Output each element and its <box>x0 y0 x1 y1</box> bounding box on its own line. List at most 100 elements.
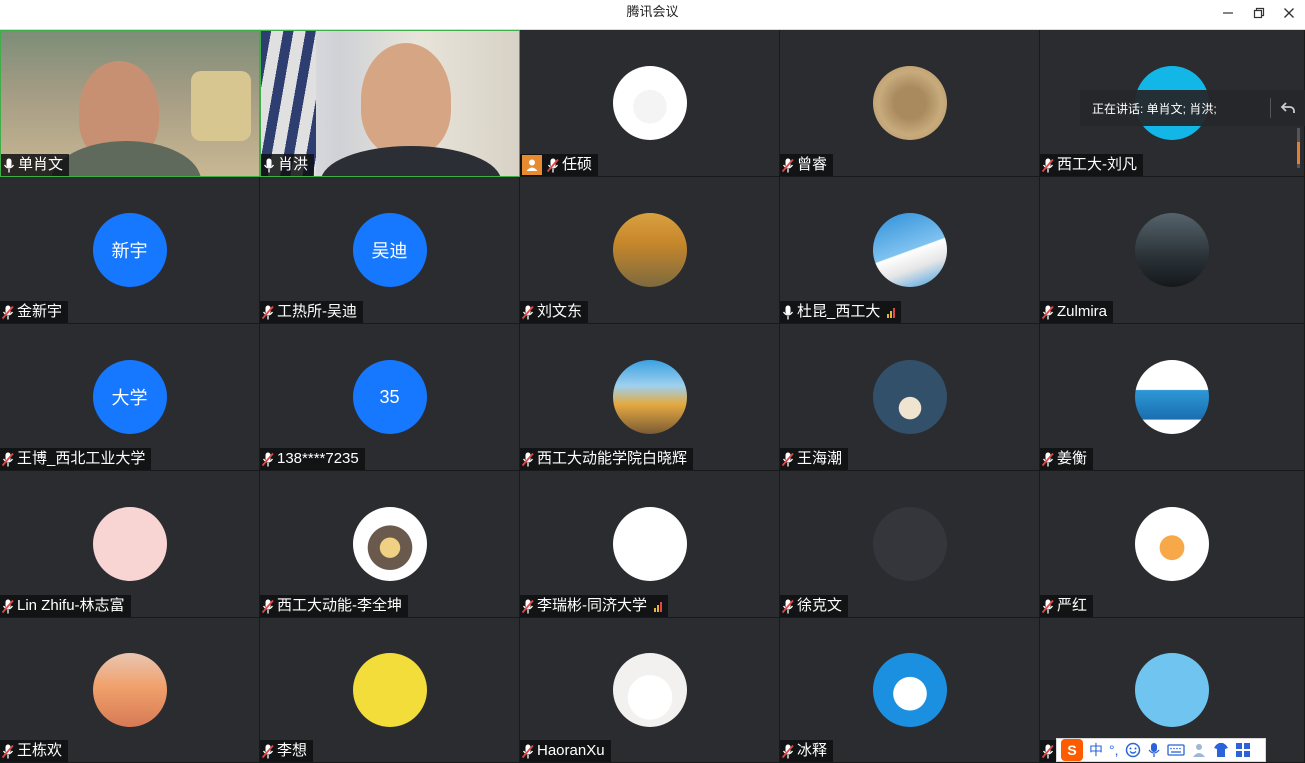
restore-button[interactable] <box>1243 0 1275 26</box>
mic-muted-icon <box>522 744 534 758</box>
participant-name: 王海潮 <box>797 450 843 467</box>
grid-scrollbar[interactable] <box>1297 128 1300 168</box>
participant-tile[interactable]: 严红 <box>1040 471 1305 618</box>
minimize-icon <box>1223 12 1233 14</box>
participant-name: 任硕 <box>562 156 593 173</box>
ime-logo[interactable]: S <box>1061 739 1083 761</box>
participant-name: 西工大动能-李全坤 <box>277 597 402 614</box>
mic-on-icon <box>263 158 275 172</box>
emoji-icon[interactable] <box>1125 742 1141 758</box>
lamp <box>191 71 251 141</box>
participant-tile[interactable]: 单肖文 <box>0 30 260 177</box>
scrollbar-thumb[interactable] <box>1297 142 1300 164</box>
participant-tile[interactable]: HaoranXu <box>520 618 780 763</box>
participant-tile[interactable]: Lin Zhifu-林志富 <box>0 471 260 618</box>
mic-muted-icon <box>2 744 14 758</box>
participant-tile[interactable]: 王海潮 <box>780 324 1040 471</box>
participant-namebar: 工热所-吴迪 <box>260 301 363 323</box>
skin-icon[interactable] <box>1213 742 1229 758</box>
participant-tile[interactable]: 35 138****7235 <box>260 324 520 471</box>
participant-name: 杜昆_西工大 <box>797 303 881 320</box>
participant-avatar <box>872 213 947 287</box>
participant-avatar <box>1135 360 1209 434</box>
collapse-arrow-icon[interactable] <box>1279 99 1297 117</box>
participant-namebar: 王博_西北工业大学 <box>0 448 152 470</box>
participant-namebar: 138****7235 <box>260 448 365 470</box>
mic-muted-icon <box>782 452 794 466</box>
participant-tile[interactable]: Zulmira <box>1040 177 1305 324</box>
participant-tile[interactable]: 吴迪 工热所-吴迪 <box>260 177 520 324</box>
mic-muted-icon <box>262 599 274 613</box>
speaking-divider <box>1270 98 1271 118</box>
participant-tile[interactable]: 李想 <box>260 618 520 763</box>
participant-initials-avatar: 大学 <box>92 360 167 434</box>
participant-tile[interactable]: 刘文东 <box>520 177 780 324</box>
voice-icon[interactable] <box>1147 742 1161 758</box>
participant-tile[interactable]: 冰释 <box>780 618 1040 763</box>
participant-avatar <box>352 653 427 727</box>
mic-muted-icon <box>1042 599 1054 613</box>
participant-name: 工热所-吴迪 <box>277 303 357 320</box>
participant-tile[interactable]: 杜昆_西工大 <box>780 177 1040 324</box>
title-bar: 腾讯会议 <box>0 0 1305 30</box>
participant-tile[interactable]: 王栋欢 <box>0 618 260 763</box>
mic-muted-icon <box>2 452 14 466</box>
participant-namebar: 王海潮 <box>780 448 849 470</box>
participant-avatar <box>872 653 947 727</box>
mic-muted-icon <box>1042 158 1054 172</box>
participant-tile[interactable]: 任硕 <box>520 30 780 177</box>
participant-namebar: 任硕 <box>520 154 599 176</box>
keyboard-icon[interactable] <box>1166 743 1185 757</box>
participant-avatar <box>612 653 687 727</box>
participant-name: 李瑞彬-同济大学 <box>537 597 647 614</box>
participant-tile[interactable]: 新宇 金新宇 <box>0 177 260 324</box>
participant-namebar: Lin Zhifu-林志富 <box>0 595 131 617</box>
person-face <box>361 43 451 155</box>
participant-avatar <box>92 653 167 727</box>
participant-avatar <box>872 66 947 140</box>
participant-tile[interactable]: 徐克文 <box>780 471 1040 618</box>
participant-tile[interactable]: 姜衡 <box>1040 324 1305 471</box>
mic-muted-icon <box>782 599 794 613</box>
participant-namebar: 王栋欢 <box>0 740 69 762</box>
participant-avatar <box>1135 507 1209 581</box>
user-icon[interactable] <box>1191 742 1207 758</box>
mic-muted-icon <box>262 452 274 466</box>
mic-muted-icon <box>262 305 274 319</box>
ime-punct[interactable]: °, <box>1109 742 1119 758</box>
ime-toolbar[interactable]: S 中 °, <box>1056 738 1266 762</box>
participant-name: 王栋欢 <box>17 742 63 759</box>
participant-tile[interactable]: 西工大动能-李全坤 <box>260 471 520 618</box>
participant-name: Zulmira <box>1057 303 1108 320</box>
participant-tile[interactable]: 西工大动能学院白晓辉 <box>520 324 780 471</box>
minimize-button[interactable] <box>1212 0 1244 26</box>
mic-muted-icon <box>547 158 559 172</box>
participant-namebar: 刘文东 <box>520 301 589 323</box>
participant-name: 冰释 <box>797 742 828 759</box>
close-button[interactable] <box>1273 0 1305 26</box>
ime-mode[interactable]: 中 <box>1089 740 1103 760</box>
participant-name: 西工大-刘凡 <box>1057 156 1137 173</box>
participant-namebar: 单肖文 <box>1 154 70 176</box>
mic-muted-icon <box>522 599 534 613</box>
signal-strength-icon <box>654 600 662 612</box>
toolbox-icon[interactable] <box>1235 742 1251 758</box>
participant-tile[interactable]: 肖洪 <box>260 30 520 177</box>
participant-avatar <box>612 507 687 581</box>
participant-name: 肖洪 <box>278 156 309 173</box>
participant-tile[interactable]: 曾睿 <box>780 30 1040 177</box>
participant-namebar: 肖洪 <box>261 154 315 176</box>
participant-namebar: 李想 <box>260 740 314 762</box>
speaking-label: 正在讲话: 单肖文; 肖洪; <box>1092 101 1217 116</box>
participant-avatar <box>92 507 167 581</box>
mic-muted-icon <box>1042 744 1054 758</box>
participant-namebar: 西工大动能学院白晓辉 <box>520 448 694 470</box>
participant-tile[interactable]: 李瑞彬-同济大学 <box>520 471 780 618</box>
participant-name: 西工大动能学院白晓辉 <box>537 450 688 467</box>
participant-namebar: 严红 <box>1040 595 1094 617</box>
participant-tile[interactable]: 大学王博_西北工业大学 <box>0 324 260 471</box>
participant-name: 王博_西北工业大学 <box>17 450 146 467</box>
participant-avatar <box>1135 653 1209 727</box>
restore-icon <box>1253 7 1265 19</box>
participant-namebar: Zulmira <box>1040 301 1114 323</box>
